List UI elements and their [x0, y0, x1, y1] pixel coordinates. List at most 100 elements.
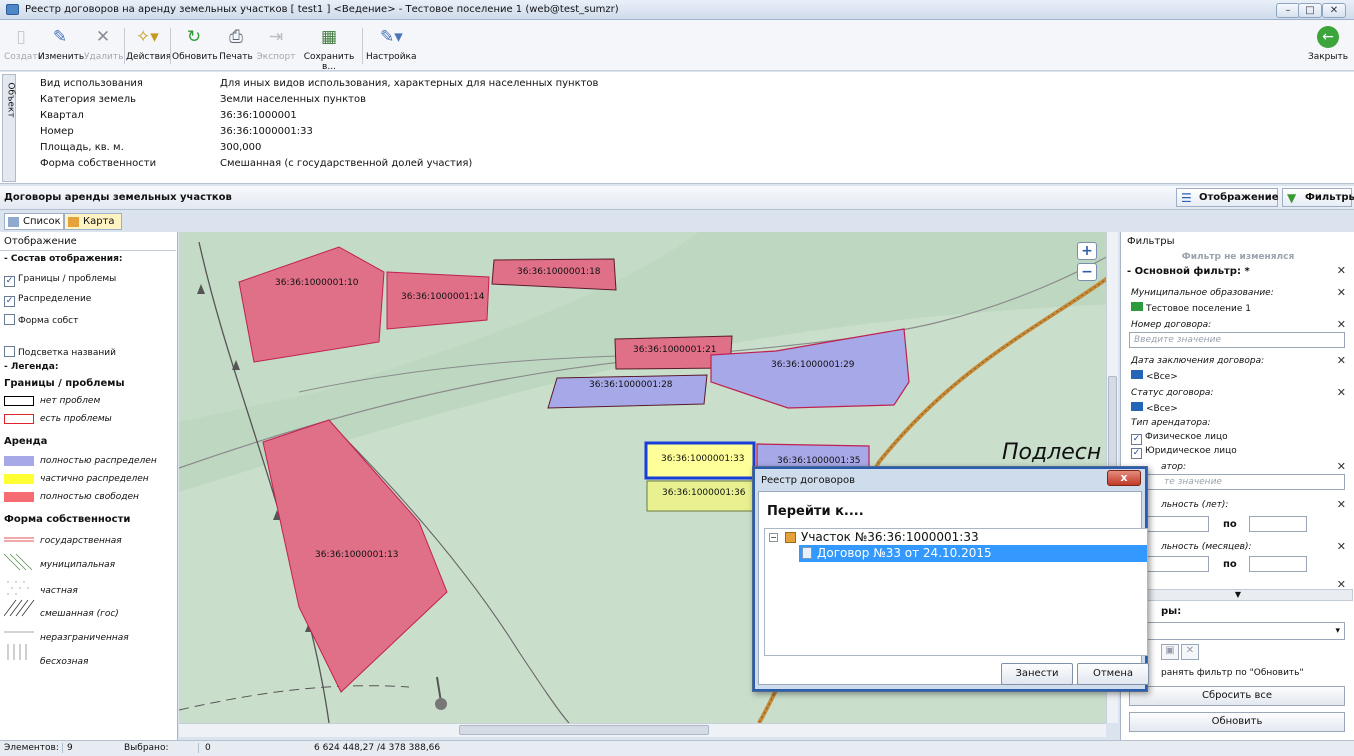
tag-icon: [1131, 302, 1143, 311]
refresh-icon: ↻: [186, 27, 202, 47]
display-button[interactable]: ☰ Отображение: [1176, 188, 1279, 207]
checkbox-distribution[interactable]: ✓ Распределение: [4, 294, 91, 307]
tab-list[interactable]: Список: [4, 213, 64, 230]
duration-years-to[interactable]: [1249, 516, 1307, 532]
ownership-header: Форма собственности: [4, 514, 131, 525]
parcel-label: 36:36:1000001:18: [517, 267, 601, 277]
document-icon: [802, 547, 812, 559]
tenant-input[interactable]: те значение: [1129, 474, 1345, 490]
checkbox-borders[interactable]: ✓ Границы / проблемы: [4, 274, 116, 287]
object-tab[interactable]: Объект: [2, 74, 16, 182]
arrow-tag-icon: [1131, 370, 1143, 379]
keep-filter-checkbox[interactable]: ранять фильтр по "Обновить": [1161, 668, 1304, 678]
tree-child-selected[interactable]: Договор №33 от 24.10.2015: [799, 545, 1147, 562]
pin-icon: [435, 698, 447, 710]
print-button[interactable]: ⎙ Печать: [218, 23, 254, 69]
tab-map[interactable]: Карта: [64, 213, 122, 230]
goto-dialog: Реестр договоров x Перейти к.... − Участ…: [752, 466, 1149, 692]
tenant-type-individual[interactable]: ✓ Физическое лицо: [1131, 432, 1228, 445]
delete-button[interactable]: ✕ Удалить: [84, 23, 123, 69]
reset-all-button[interactable]: Сбросить все: [1129, 686, 1345, 706]
edit-button[interactable]: ✎ Изменить: [38, 23, 84, 69]
parcel-label: 36:36:1000001:33: [661, 454, 745, 464]
property-label: Категория земель: [40, 94, 137, 105]
wand-icon: ✧▾: [136, 27, 159, 47]
tree-child-label: Договор №33 от 24.10.2015: [817, 546, 992, 560]
window-title: Реестр договоров на аренду земельных уча…: [25, 4, 619, 15]
status-bar: Элементов: 9 Выбрано: 0 6 624 448,27 /4 …: [0, 740, 1354, 756]
property-value: Смешанная (с государственной долей участ…: [220, 158, 473, 169]
filter-label: Статус договора:: [1131, 388, 1214, 398]
filters-button[interactable]: ▼ Фильтры: [1282, 188, 1354, 207]
checkbox-icon: ✓: [1131, 434, 1142, 445]
enter-button[interactable]: Занести: [1001, 663, 1073, 685]
map-icon: [68, 217, 79, 227]
legend-swatch-no-problems: [4, 396, 34, 406]
saved-filters-select[interactable]: ▾: [1129, 622, 1345, 640]
clear-filter-icon[interactable]: ✕: [1337, 318, 1346, 331]
settings-button[interactable]: ✎▾ Настройка: [366, 23, 417, 69]
elements-count: 9: [62, 743, 112, 753]
goto-tree[interactable]: − Участок №36:36:1000001:33 Договор №33 …: [764, 528, 1148, 656]
clear-filter-icon[interactable]: ✕: [1337, 498, 1346, 511]
image-save-icon: ▦: [320, 27, 338, 47]
dialog-body: Перейти к.... − Участок №36:36:1000001:3…: [758, 491, 1148, 685]
dialog-close-button[interactable]: x: [1107, 470, 1141, 486]
clear-main-filter-icon[interactable]: ✕: [1337, 264, 1346, 277]
export-button[interactable]: ⇥ Экспорт: [256, 23, 296, 69]
actions-button[interactable]: ✧▾ Действия: [126, 23, 171, 69]
legend-label: бесхозная: [40, 657, 89, 667]
clear-filter-icon[interactable]: ✕: [1337, 386, 1346, 399]
expand-filters-button[interactable]: ▼: [1123, 589, 1353, 601]
elements-label: Элементов:: [4, 743, 59, 753]
scroll-thumb[interactable]: [1108, 376, 1117, 476]
maximize-button[interactable]: □: [1298, 3, 1322, 18]
delete-filter-icon[interactable]: ✕: [1181, 644, 1199, 660]
legend-label: полностью свободен: [40, 492, 139, 502]
minimize-button[interactable]: –: [1276, 3, 1300, 18]
close-button[interactable]: ← Закрыть: [1306, 23, 1350, 69]
close-window-button[interactable]: ✕: [1322, 3, 1346, 18]
refresh-filters-button[interactable]: Обновить: [1129, 712, 1345, 732]
refresh-button[interactable]: ↻ Обновить: [172, 23, 218, 69]
cancel-button[interactable]: Отмена: [1077, 663, 1149, 685]
main-filter-header: - Основной фильтр: *: [1127, 266, 1250, 277]
parcel-label: 36:36:1000001:21: [633, 345, 717, 355]
arrow-tag-icon: [1131, 402, 1143, 411]
legend-label: неразграниченная: [40, 633, 129, 643]
checkbox-highlight-names[interactable]: Подсветка названий: [4, 346, 116, 358]
clear-filter-icon[interactable]: ✕: [1337, 354, 1346, 367]
to-label: по: [1223, 559, 1237, 570]
parcel-label: 36:36:1000001:29: [771, 360, 855, 370]
scroll-thumb[interactable]: [459, 725, 709, 735]
funnel-icon: ▼: [1287, 191, 1297, 205]
zoom-out-button[interactable]: −: [1077, 263, 1097, 281]
duration-months-to[interactable]: [1249, 556, 1307, 572]
filter-status: Фильтр не изменялся: [1181, 252, 1295, 262]
save-filter-icon[interactable]: ▣: [1161, 644, 1179, 660]
save-as-button[interactable]: ▦ Сохранить в...: [298, 23, 360, 72]
tenant-type-legal[interactable]: ✓ Юридическое лицо: [1131, 446, 1237, 459]
create-button[interactable]: ▯ Создать: [4, 23, 43, 69]
clear-filter-icon[interactable]: ✕: [1337, 460, 1346, 473]
parcel-icon: [785, 532, 796, 543]
legend-label: муниципальная: [40, 560, 116, 570]
delete-x-icon: ✕: [95, 27, 111, 47]
legend-label: смешанная (гос): [40, 609, 119, 619]
property-label: Квартал: [40, 110, 84, 121]
legend-label: государственная: [40, 536, 122, 546]
dialog-heading: Перейти к....: [767, 504, 864, 519]
tree-collapse-icon[interactable]: −: [769, 533, 778, 542]
checkbox-ownership[interactable]: Форма собст: [4, 314, 78, 326]
tree-root-item[interactable]: Участок №36:36:1000001:33: [801, 530, 979, 544]
conclusion-date-value[interactable]: <Все>: [1131, 370, 1178, 382]
status-value[interactable]: <Все>: [1131, 402, 1178, 414]
clear-filter-icon[interactable]: ✕: [1337, 540, 1346, 553]
contract-number-input[interactable]: Введите значение: [1129, 332, 1345, 348]
parcel-label: 36:36:1000001:36: [662, 488, 746, 498]
zoom-in-button[interactable]: +: [1077, 242, 1097, 260]
map-horizontal-scrollbar[interactable]: [179, 723, 1106, 737]
clear-filter-icon[interactable]: ✕: [1337, 286, 1346, 299]
property-value: Для иных видов использования, характерны…: [220, 78, 599, 89]
municipality-value[interactable]: Тестовое поселение 1: [1131, 302, 1251, 314]
